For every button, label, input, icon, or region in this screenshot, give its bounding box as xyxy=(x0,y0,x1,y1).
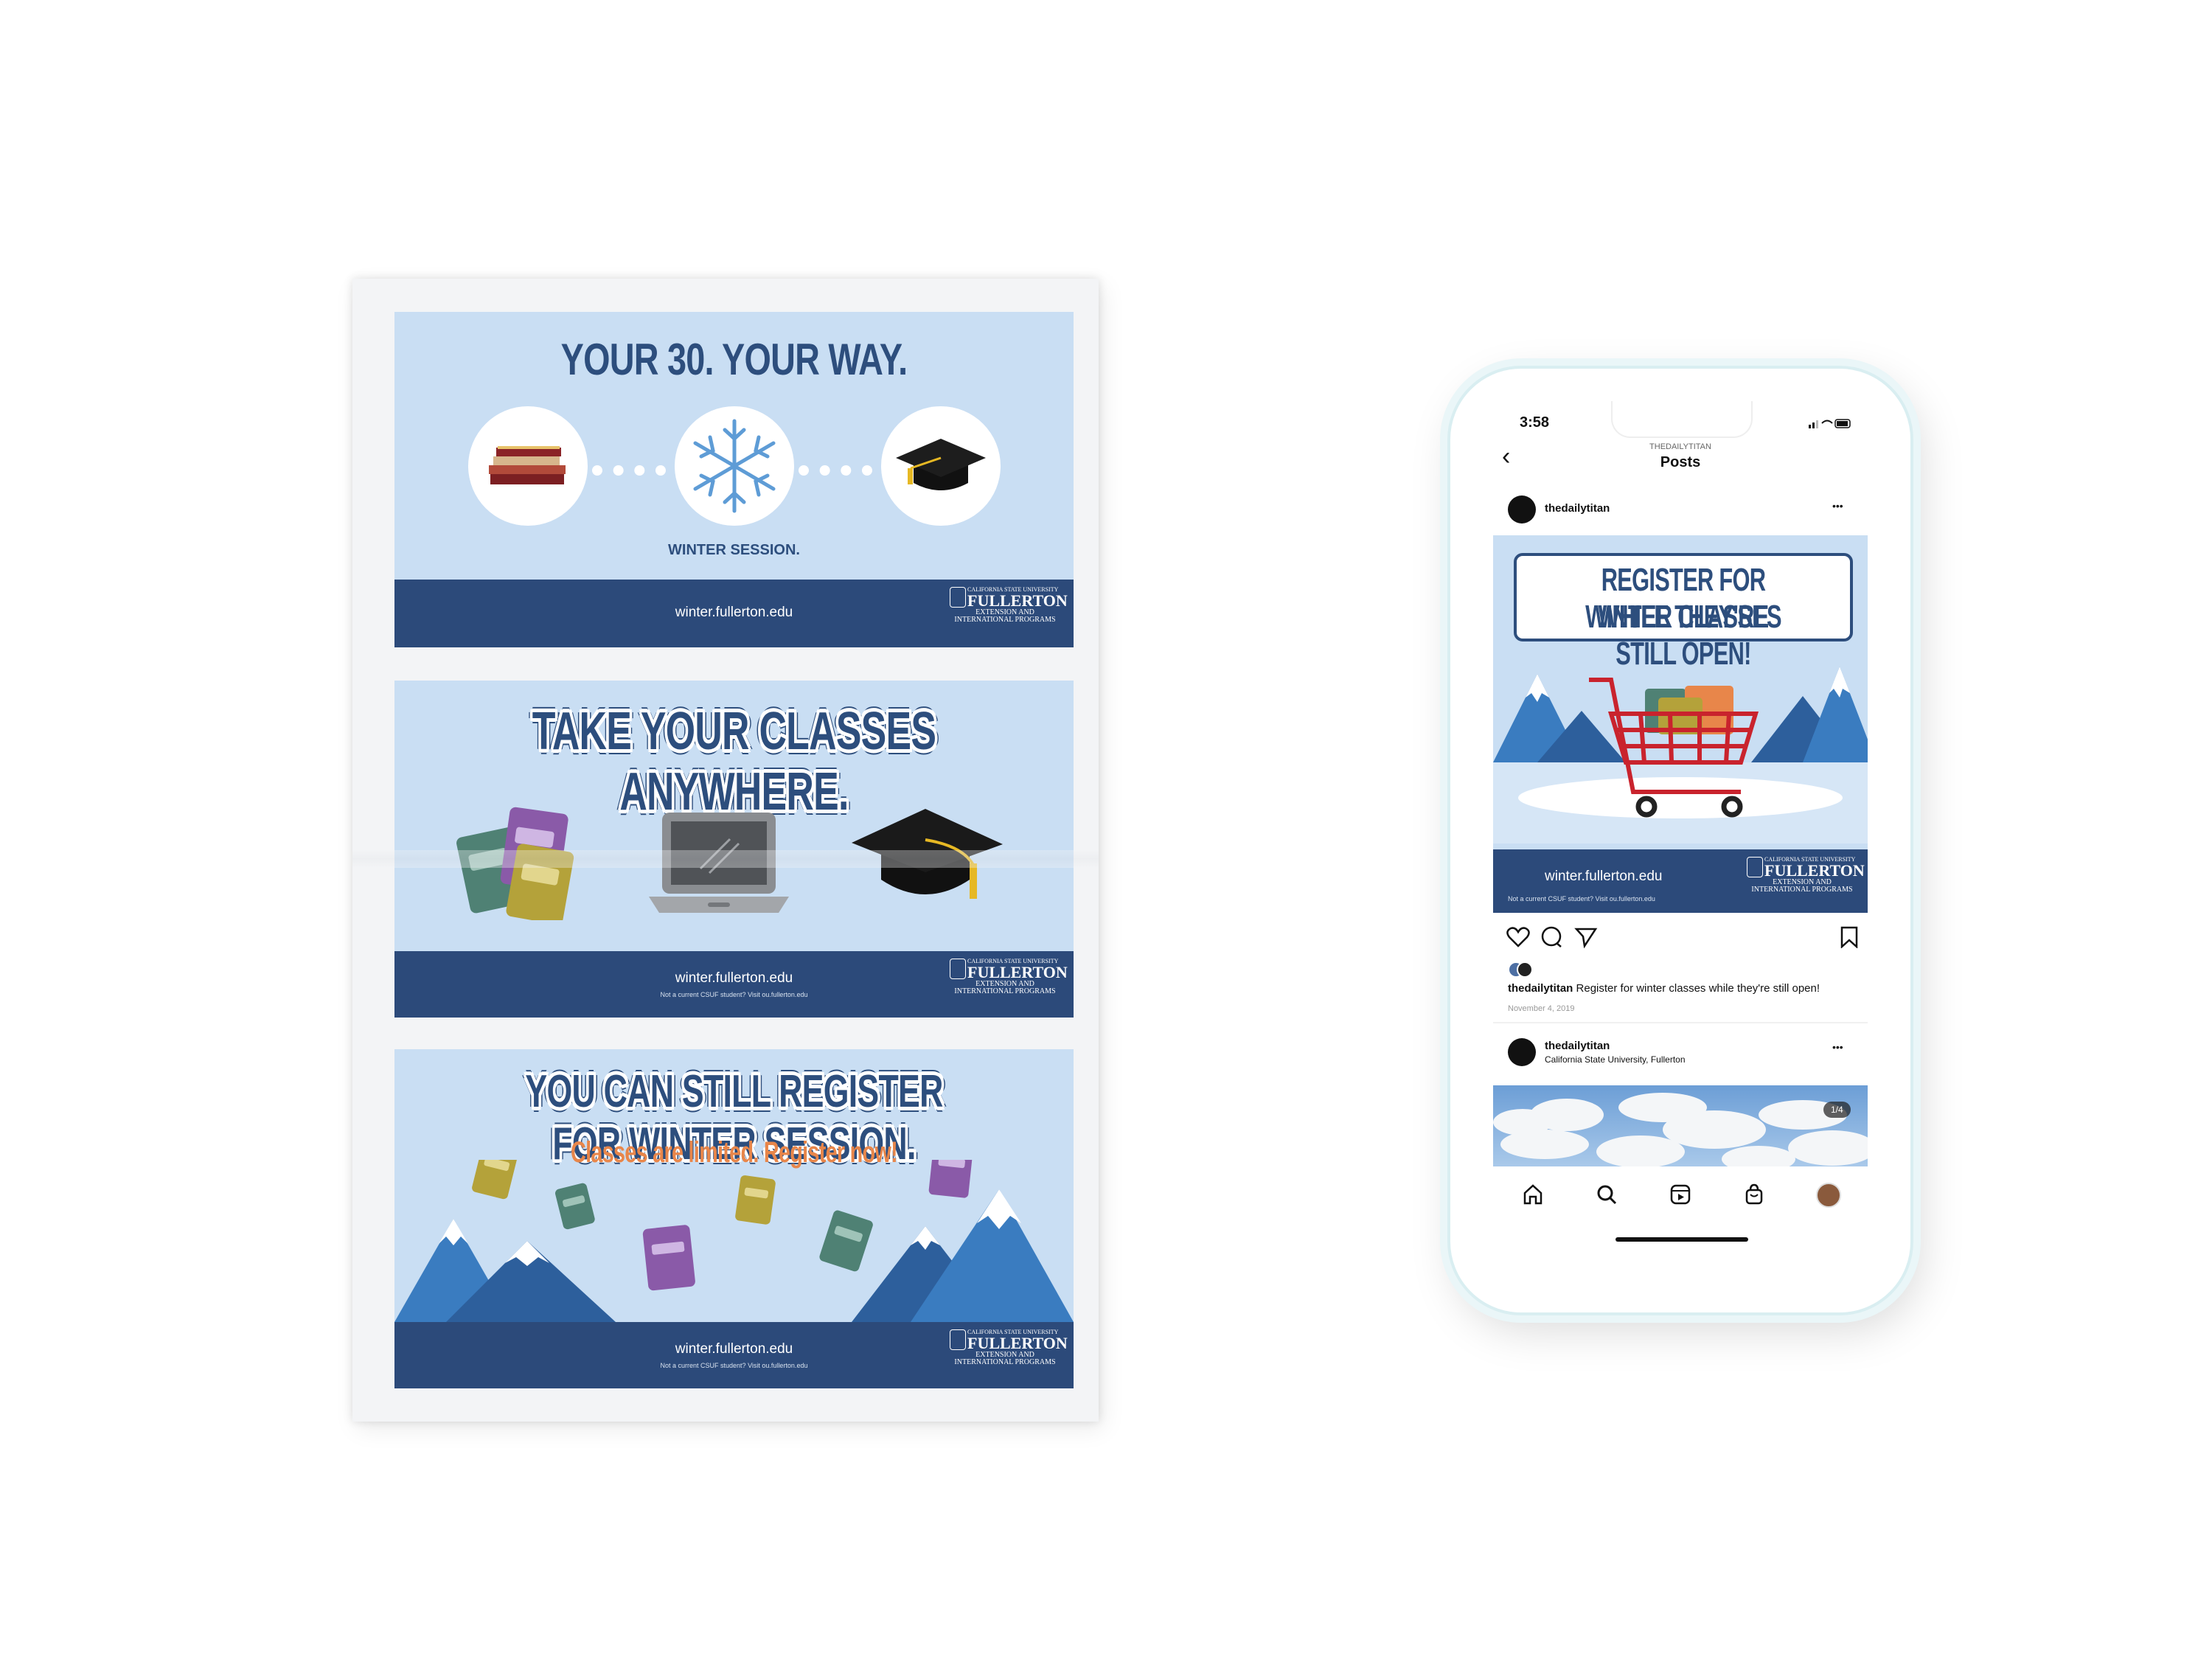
fullerton-logo: CALIFORNIA STATE UNIVERSITY FULLERTON EX… xyxy=(1747,857,1865,894)
search-icon[interactable] xyxy=(1595,1183,1618,1206)
ad-your-30: YOUR 30. YOUR WAY. WINTER SESSION. winte… xyxy=(394,312,1074,647)
newspaper: YOUR 30. YOUR WAY. WINTER SESSION. winte… xyxy=(352,279,1099,1422)
post1-headline-box: REGISTER FOR WINTER CLASSES WHILE THEY'R… xyxy=(1514,553,1853,672)
status-icons xyxy=(1809,419,1851,428)
graduation-circle xyxy=(881,406,1001,526)
divider xyxy=(1493,1022,1868,1023)
avatar[interactable] xyxy=(1508,1038,1536,1066)
post1-date: November 4, 2019 xyxy=(1508,1004,1575,1013)
post2-more-button[interactable]: ••• xyxy=(1832,1041,1843,1053)
seal-icon xyxy=(950,959,966,979)
status-time: 3:58 xyxy=(1520,414,1550,431)
post1-image-note: Not a current CSUF student? Visit ou.ful… xyxy=(1508,895,1655,902)
post1-caption: thedailytitan Register for winter classe… xyxy=(1508,982,1820,995)
snowflake-circle xyxy=(675,406,794,526)
like-heart-icon[interactable] xyxy=(1506,926,1530,948)
clouds-photo xyxy=(1493,1093,1868,1166)
ad1-subtitle: WINTER SESSION. xyxy=(668,542,800,558)
ad3-footer: winter.fullerton.edu Not a current CSUF … xyxy=(394,1322,1074,1388)
laptop-icon xyxy=(649,813,789,913)
mountains-books-illustration xyxy=(394,1160,1074,1322)
phone-notch xyxy=(1611,401,1753,438)
ad-take-classes: TAKE YOUR CLASSES ANYWHERE. winter.fulle… xyxy=(394,681,1074,1018)
post1-image[interactable]: REGISTER FOR WINTER CLASSES WHILE THEY'R… xyxy=(1493,535,1868,913)
reels-icon[interactable] xyxy=(1669,1183,1692,1206)
avatar[interactable] xyxy=(1508,495,1536,524)
books-icon xyxy=(489,446,566,484)
dotted-connector xyxy=(592,465,666,483)
seal-icon xyxy=(1747,857,1763,877)
phone-screen: 3:58 ‹ THEDAILYTITAN Posts thedailytitan… xyxy=(1493,401,1868,1274)
bookmark-icon[interactable] xyxy=(1840,926,1859,948)
caption-text: Register for winter classes while they'r… xyxy=(1576,982,1820,995)
fullerton-logo: CALIFORNIA STATE UNIVERSITY FULLERTON EX… xyxy=(950,1329,1068,1366)
post2-image[interactable]: 1/4 xyxy=(1493,1085,1868,1166)
seal-icon xyxy=(950,1329,966,1350)
fullerton-logo: CALIFORNIA STATE UNIVERSITY FULLERTON EX… xyxy=(950,959,1068,995)
post2-location[interactable]: California State University, Fullerton xyxy=(1545,1054,1686,1065)
snowflake-icon xyxy=(693,419,776,513)
caption-username[interactable]: thedailytitan xyxy=(1508,982,1573,995)
bottom-nav xyxy=(1493,1166,1868,1274)
graduation-cap-icon xyxy=(896,439,986,490)
phone-frame: 3:58 ‹ THEDAILYTITAN Posts thedailytitan… xyxy=(1447,366,1913,1315)
seal-icon xyxy=(950,587,966,608)
shopping-cart-illustration xyxy=(1493,667,1868,844)
post1-image-url: winter.fullerton.edu xyxy=(1545,869,1663,884)
comment-icon[interactable] xyxy=(1540,926,1564,948)
ad1-title: YOUR 30. YOUR WAY. xyxy=(560,335,908,384)
ad-register: YOU CAN STILL REGISTER FOR WINTER SESSIO… xyxy=(394,1049,1074,1388)
shop-icon[interactable] xyxy=(1742,1183,1766,1206)
books-stack-icon xyxy=(456,807,574,920)
home-indicator xyxy=(1615,1237,1748,1242)
dotted-connector xyxy=(799,465,872,483)
share-send-icon[interactable] xyxy=(1574,926,1598,948)
post2-username[interactable]: thedailytitan xyxy=(1545,1040,1610,1052)
post1-more-button[interactable]: ••• xyxy=(1832,500,1843,512)
ad1-footer: winter.fullerton.edu CALIFORNIA STATE UN… xyxy=(394,580,1074,647)
carousel-counter: 1/4 xyxy=(1823,1102,1851,1118)
post1-image-footer: winter.fullerton.edu Not a current CSUF … xyxy=(1493,849,1868,913)
liked-by-avatars[interactable] xyxy=(1508,961,1533,978)
graduation-cap-icon xyxy=(852,809,1003,899)
profile-avatar[interactable] xyxy=(1816,1183,1841,1208)
fullerton-logo: CALIFORNIA STATE UNIVERSITY FULLERTON EX… xyxy=(950,587,1068,624)
header-title: Posts xyxy=(1660,454,1701,470)
post1-username[interactable]: thedailytitan xyxy=(1545,502,1610,515)
home-icon[interactable] xyxy=(1521,1183,1545,1206)
header-account: THEDAILYTITAN xyxy=(1649,442,1711,451)
books-circle xyxy=(468,406,588,526)
ad2-footer: winter.fullerton.edu Not a current CSUF … xyxy=(394,951,1074,1018)
